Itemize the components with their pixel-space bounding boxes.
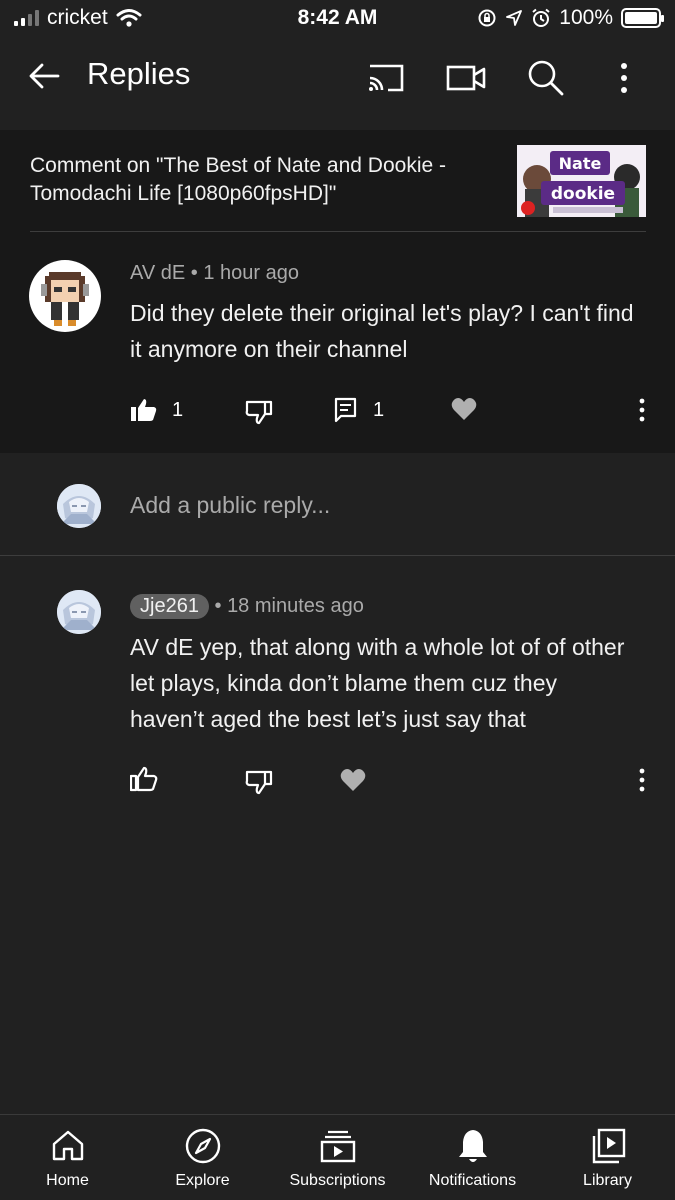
- battery-icon: [621, 8, 664, 28]
- avatar-image: [57, 484, 101, 528]
- bottom-navigation: Home Explore Subscriptions Notifications…: [0, 1114, 675, 1200]
- like-count: 1: [172, 398, 184, 421]
- reply-count: 1: [373, 398, 385, 421]
- video-camera-icon[interactable]: [444, 56, 488, 100]
- video-thumbnail[interactable]: Nate dookie: [517, 145, 646, 217]
- reply-time: 18 minutes ago: [227, 595, 364, 617]
- current-user-avatar: [57, 484, 101, 528]
- reply-meta: Jje261 • 18 minutes ago: [130, 594, 364, 619]
- nav-label: Library: [583, 1172, 632, 1189]
- heart-icon: [340, 769, 366, 791]
- app-bar: Replies: [0, 40, 675, 112]
- thumbnail-text-bottom: dookie: [551, 184, 615, 204]
- nav-label: Subscriptions: [289, 1172, 386, 1189]
- back-arrow-icon[interactable]: [24, 56, 64, 96]
- alarm-icon: [532, 8, 550, 27]
- nav-subscriptions[interactable]: Subscriptions: [270, 1115, 405, 1200]
- reply-input-row: Add a public reply...: [0, 453, 675, 555]
- battery-percent: 100%: [559, 6, 613, 29]
- thumbnail-text-top: Nate: [559, 154, 602, 173]
- nav-library[interactable]: Library: [540, 1115, 675, 1200]
- divider: [30, 231, 646, 232]
- search-icon[interactable]: [523, 56, 567, 100]
- heart-button[interactable]: [340, 768, 366, 792]
- heart-button[interactable]: [451, 397, 477, 421]
- location-icon: [506, 10, 523, 26]
- nav-label: Notifications: [428, 1172, 517, 1189]
- comment-author[interactable]: AV dE: [130, 262, 185, 284]
- nav-label: Home: [46, 1172, 89, 1189]
- home-icon: [52, 1130, 83, 1161]
- subscriptions-icon: [320, 1130, 355, 1163]
- thumbs-down-icon: [245, 770, 273, 795]
- compass-icon: [185, 1128, 220, 1164]
- meta-separator: •: [190, 262, 204, 284]
- more-vert-icon[interactable]: [630, 396, 654, 424]
- bell-icon: [458, 1130, 487, 1162]
- comment-time: 1 hour ago: [203, 262, 299, 284]
- comment-on-video-title[interactable]: Comment on "The Best of Nate and Dookie …: [30, 152, 500, 208]
- nav-explore[interactable]: Explore: [135, 1115, 270, 1200]
- dislike-button[interactable]: [245, 768, 273, 796]
- parent-comment-card: Comment on "The Best of Nate and Dookie …: [0, 130, 675, 453]
- more-vert-icon[interactable]: [630, 766, 654, 794]
- nav-notifications[interactable]: Notifications: [405, 1115, 540, 1200]
- dislike-button[interactable]: [245, 398, 273, 426]
- thumbs-up-filled-icon: [131, 399, 157, 421]
- avatar[interactable]: [57, 590, 101, 634]
- comment-meta: AV dE • 1 hour ago: [130, 262, 299, 285]
- nav-home[interactable]: Home: [0, 1115, 135, 1200]
- reply-input[interactable]: Add a public reply...: [130, 492, 330, 519]
- status-bar: cricket 8:42 AM 100%: [0, 0, 675, 40]
- reply-count-button[interactable]: 1: [333, 396, 384, 424]
- cast-icon[interactable]: [364, 56, 408, 100]
- avatar-image: [41, 272, 89, 326]
- status-right-group: 100%: [477, 6, 664, 30]
- like-button[interactable]: [130, 765, 158, 793]
- divider: [0, 555, 675, 556]
- thumbs-up-icon: [130, 766, 158, 792]
- library-icon: [592, 1128, 625, 1164]
- avatar-image: [57, 590, 101, 634]
- reply-text: AV dE yep, that along with a whole lot o…: [130, 634, 625, 732]
- meta-separator: •: [214, 595, 228, 617]
- more-vert-icon[interactable]: [602, 56, 646, 100]
- nav-label: Explore: [175, 1172, 230, 1189]
- reply-author-chip[interactable]: Jje261: [130, 594, 209, 619]
- avatar[interactable]: [29, 260, 101, 332]
- thumbnail-image: Nate dookie: [517, 145, 646, 217]
- thumbs-down-icon: [245, 400, 273, 425]
- comment-icon: [334, 397, 357, 423]
- comment-text: Did they delete their original let's pla…: [130, 300, 634, 362]
- page-title: Replies: [87, 56, 191, 91]
- heart-icon: [451, 398, 477, 420]
- rotation-lock-icon: [478, 9, 496, 27]
- like-button[interactable]: 1: [130, 396, 183, 424]
